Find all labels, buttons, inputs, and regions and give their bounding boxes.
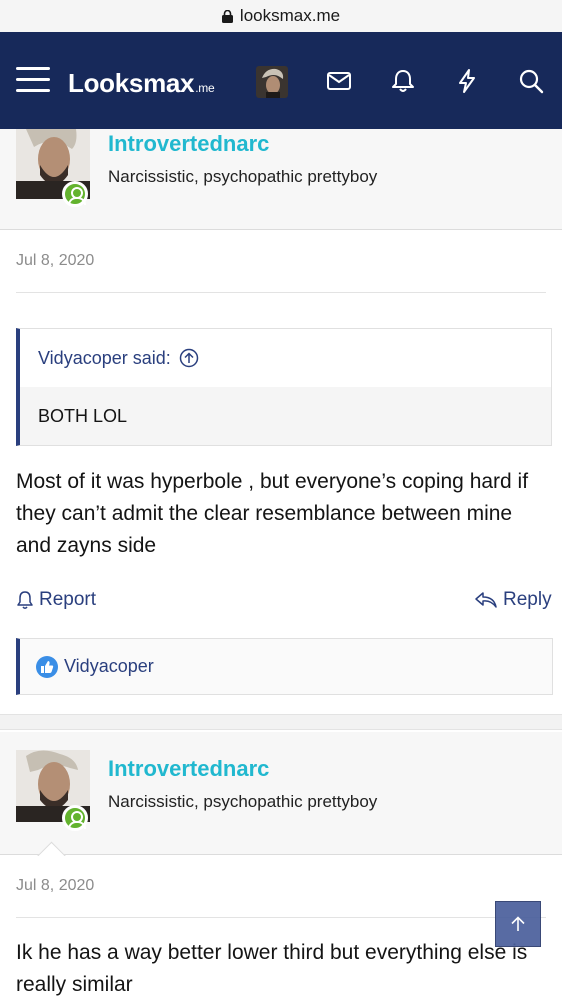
arrow-up-icon: [511, 916, 525, 931]
search-icon[interactable]: [518, 68, 544, 94]
quote-text: BOTH LOL: [20, 387, 551, 445]
reaction-user[interactable]: Vidyacoper: [64, 656, 154, 677]
quote-block: Vidyacoper said: BOTH LOL: [16, 328, 552, 446]
quote-header[interactable]: Vidyacoper said:: [20, 329, 551, 387]
user-title: Narcissistic, psychopathic prettyboy: [108, 167, 378, 186]
online-status-icon: [62, 181, 88, 207]
bell-icon: [17, 591, 33, 609]
reply-label: Reply: [503, 589, 552, 610]
report-label: Report: [39, 589, 97, 610]
bell-icon[interactable]: [390, 68, 416, 94]
quote-author[interactable]: Vidyacoper said:: [38, 348, 171, 369]
user-panel-arrow: [36, 840, 66, 856]
header-avatar[interactable]: [256, 66, 288, 98]
divider: [16, 917, 546, 918]
post-author[interactable]: Introvertednarc: [108, 131, 269, 157]
report-button[interactable]: Report: [16, 589, 96, 611]
reactions-bar[interactable]: Vidyacoper: [16, 638, 553, 695]
arrow-up-circle-icon[interactable]: [179, 348, 199, 368]
post-user-panel: Introvertednarc Narcissistic, psychopath…: [0, 129, 562, 230]
url-text: looksmax.me: [239, 6, 341, 25]
like-icon: [36, 655, 58, 678]
lock-icon: [221, 10, 233, 23]
site-logo[interactable]: Looksmax.me: [68, 68, 215, 99]
reply-icon: [475, 592, 497, 608]
scroll-to-top-button[interactable]: [495, 901, 541, 947]
post-separator: [0, 714, 562, 730]
post-user-panel: Introvertednarc Narcissistic, psychopath…: [0, 732, 562, 855]
menu-icon[interactable]: [16, 67, 50, 93]
user-title: Narcissistic, psychopathic prettyboy: [108, 792, 378, 811]
logo-suffix: .me: [195, 81, 215, 95]
post-author[interactable]: Introvertednarc: [108, 756, 269, 782]
logo-text: Looksmax: [68, 68, 195, 98]
post-date[interactable]: Jul 8, 2020: [16, 252, 94, 270]
site-header: Looksmax.me: [0, 32, 562, 129]
post-message: Ik he has a way better lower third but e…: [16, 941, 528, 996]
post-message: Most of it was hyperbole , but everyone’…: [16, 470, 529, 557]
browser-url-bar[interactable]: looksmax.me: [0, 0, 562, 32]
post-date[interactable]: Jul 8, 2020: [16, 877, 94, 895]
divider: [16, 292, 546, 293]
reply-button[interactable]: Reply: [474, 589, 552, 611]
online-status-icon: [62, 805, 88, 831]
lightning-icon[interactable]: [454, 68, 480, 94]
envelope-icon[interactable]: [326, 68, 352, 94]
